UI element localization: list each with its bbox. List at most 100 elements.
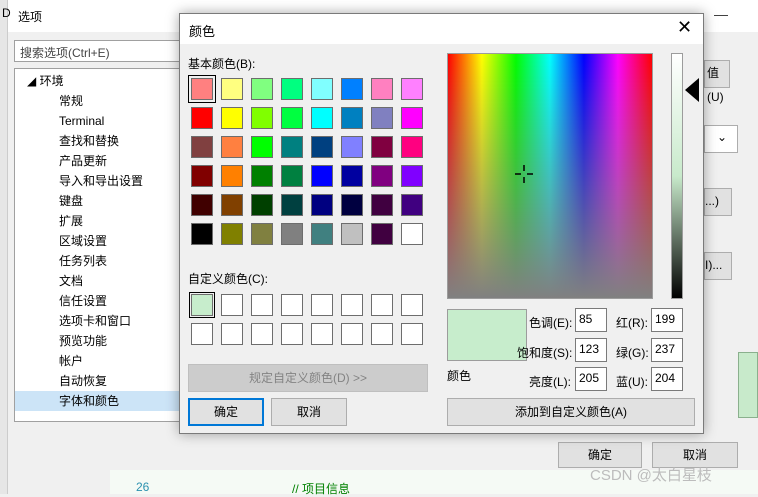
minimize-icon[interactable]: — xyxy=(714,6,728,22)
basic-color-swatch[interactable] xyxy=(251,136,273,158)
basic-color-swatch[interactable] xyxy=(401,194,423,216)
basic-color-swatch[interactable] xyxy=(371,107,393,129)
custom-color-swatch[interactable] xyxy=(341,294,363,316)
custom-button-1[interactable]: ...) xyxy=(704,188,732,216)
define-custom-colors-button[interactable]: 规定自定义颜色(D) >> xyxy=(188,364,428,392)
lum-field[interactable]: 205 xyxy=(575,367,607,391)
basic-color-swatch[interactable] xyxy=(341,194,363,216)
hue-field[interactable]: 85 xyxy=(575,308,607,332)
basic-color-swatch[interactable] xyxy=(371,194,393,216)
custom-color-swatch[interactable] xyxy=(221,323,243,345)
custom-color-swatch[interactable] xyxy=(311,294,333,316)
options-tree[interactable]: ◢ 环境 常规 Terminal 查找和替换 产品更新 导入和导出设置 键盘 扩展 区域设置 任务… xyxy=(14,68,190,422)
basic-color-swatch[interactable] xyxy=(401,78,423,100)
custom-color-swatch[interactable] xyxy=(401,294,423,316)
basic-color-swatch[interactable] xyxy=(191,165,213,187)
custom-color-swatch[interactable] xyxy=(371,294,393,316)
basic-color-swatch[interactable] xyxy=(281,194,303,216)
basic-color-swatch[interactable] xyxy=(221,136,243,158)
custom-color-swatch[interactable] xyxy=(371,323,393,345)
basic-color-swatch[interactable] xyxy=(311,165,333,187)
basic-color-swatch[interactable] xyxy=(191,194,213,216)
custom-color-swatch[interactable] xyxy=(189,292,215,318)
basic-color-swatch[interactable] xyxy=(251,165,273,187)
tree-item[interactable]: 选项卡和窗口 xyxy=(15,311,189,331)
use-default-button[interactable]: 值(U) xyxy=(704,60,730,104)
tree-item[interactable]: 字体和颜色 xyxy=(15,391,189,411)
tree-item[interactable]: 查找和替换 xyxy=(15,131,189,151)
cancel-button[interactable]: 取消 xyxy=(271,398,347,426)
basic-color-swatch[interactable] xyxy=(341,136,363,158)
basic-color-swatch[interactable] xyxy=(341,78,363,100)
custom-color-swatch[interactable] xyxy=(221,294,243,316)
custom-color-swatch[interactable] xyxy=(311,323,333,345)
basic-color-swatch[interactable] xyxy=(191,107,213,129)
tree-item[interactable]: 导入和导出设置 xyxy=(15,171,189,191)
basic-color-swatch[interactable] xyxy=(281,107,303,129)
basic-color-swatch[interactable] xyxy=(188,75,216,103)
tree-item[interactable]: 帐户 xyxy=(15,351,189,371)
tree-item[interactable]: 扩展 xyxy=(15,211,189,231)
custom-color-swatch[interactable] xyxy=(401,323,423,345)
basic-color-swatch[interactable] xyxy=(251,223,273,245)
basic-color-swatch[interactable] xyxy=(191,223,213,245)
red-field[interactable]: 199 xyxy=(651,308,683,332)
basic-color-swatch[interactable] xyxy=(251,78,273,100)
blue-field[interactable]: 204 xyxy=(651,367,683,391)
basic-color-swatch[interactable] xyxy=(371,136,393,158)
luminance-slider[interactable] xyxy=(671,53,683,299)
basic-color-swatch[interactable] xyxy=(281,78,303,100)
basic-color-swatch[interactable] xyxy=(251,194,273,216)
color-spectrum[interactable] xyxy=(447,53,653,299)
basic-color-swatch[interactable] xyxy=(311,136,333,158)
basic-color-swatch[interactable] xyxy=(311,194,333,216)
tree-item[interactable]: 信任设置 xyxy=(15,291,189,311)
basic-color-swatch[interactable] xyxy=(311,107,333,129)
basic-color-swatch[interactable] xyxy=(371,165,393,187)
tree-item[interactable]: 预览功能 xyxy=(15,331,189,351)
basic-color-swatch[interactable] xyxy=(341,223,363,245)
basic-color-swatch[interactable] xyxy=(281,165,303,187)
setting-dropdown[interactable]: ⌄ xyxy=(704,125,738,153)
tree-item[interactable]: Terminal xyxy=(15,111,189,131)
custom-color-swatch[interactable] xyxy=(341,323,363,345)
basic-color-swatch[interactable] xyxy=(251,107,273,129)
basic-color-swatch[interactable] xyxy=(221,165,243,187)
add-to-custom-colors-button[interactable]: 添加到自定义颜色(A) xyxy=(447,398,695,426)
tree-item[interactable]: 文档 xyxy=(15,271,189,291)
tree-item[interactable]: 任务列表 xyxy=(15,251,189,271)
basic-color-swatch[interactable] xyxy=(311,223,333,245)
basic-color-swatch[interactable] xyxy=(221,78,243,100)
tree-item[interactable]: 常规 xyxy=(15,91,189,111)
luminance-arrow-icon[interactable] xyxy=(685,78,699,102)
ok-button[interactable]: 确定 xyxy=(188,398,264,426)
custom-color-swatch[interactable] xyxy=(251,294,273,316)
tree-item[interactable]: ◢ 环境 xyxy=(15,71,189,91)
basic-color-swatch[interactable] xyxy=(401,107,423,129)
basic-color-swatch[interactable] xyxy=(221,194,243,216)
basic-color-swatch[interactable] xyxy=(191,136,213,158)
basic-color-swatch[interactable] xyxy=(341,165,363,187)
basic-color-swatch[interactable] xyxy=(371,223,393,245)
basic-color-swatch[interactable] xyxy=(311,78,333,100)
tree-item[interactable]: 键盘 xyxy=(15,191,189,211)
basic-color-swatch[interactable] xyxy=(221,107,243,129)
basic-color-swatch[interactable] xyxy=(401,223,423,245)
search-input[interactable]: 搜索选项(Ctrl+E) xyxy=(14,40,190,62)
basic-color-swatch[interactable] xyxy=(401,165,423,187)
tree-item[interactable]: 区域设置 xyxy=(15,231,189,251)
basic-color-swatch[interactable] xyxy=(341,107,363,129)
green-field[interactable]: 237 xyxy=(651,338,683,362)
custom-color-swatch[interactable] xyxy=(281,323,303,345)
close-icon[interactable]: ✕ xyxy=(677,17,692,38)
tree-item[interactable]: 自动恢复 xyxy=(15,371,189,391)
custom-color-swatch[interactable] xyxy=(191,323,213,345)
basic-color-swatch[interactable] xyxy=(281,223,303,245)
custom-button-2[interactable]: I)... xyxy=(704,252,732,280)
custom-color-swatch[interactable] xyxy=(251,323,273,345)
basic-color-swatch[interactable] xyxy=(371,78,393,100)
basic-color-swatch[interactable] xyxy=(281,136,303,158)
sat-field[interactable]: 123 xyxy=(575,338,607,362)
basic-color-swatch[interactable] xyxy=(221,223,243,245)
tree-item[interactable]: 产品更新 xyxy=(15,151,189,171)
